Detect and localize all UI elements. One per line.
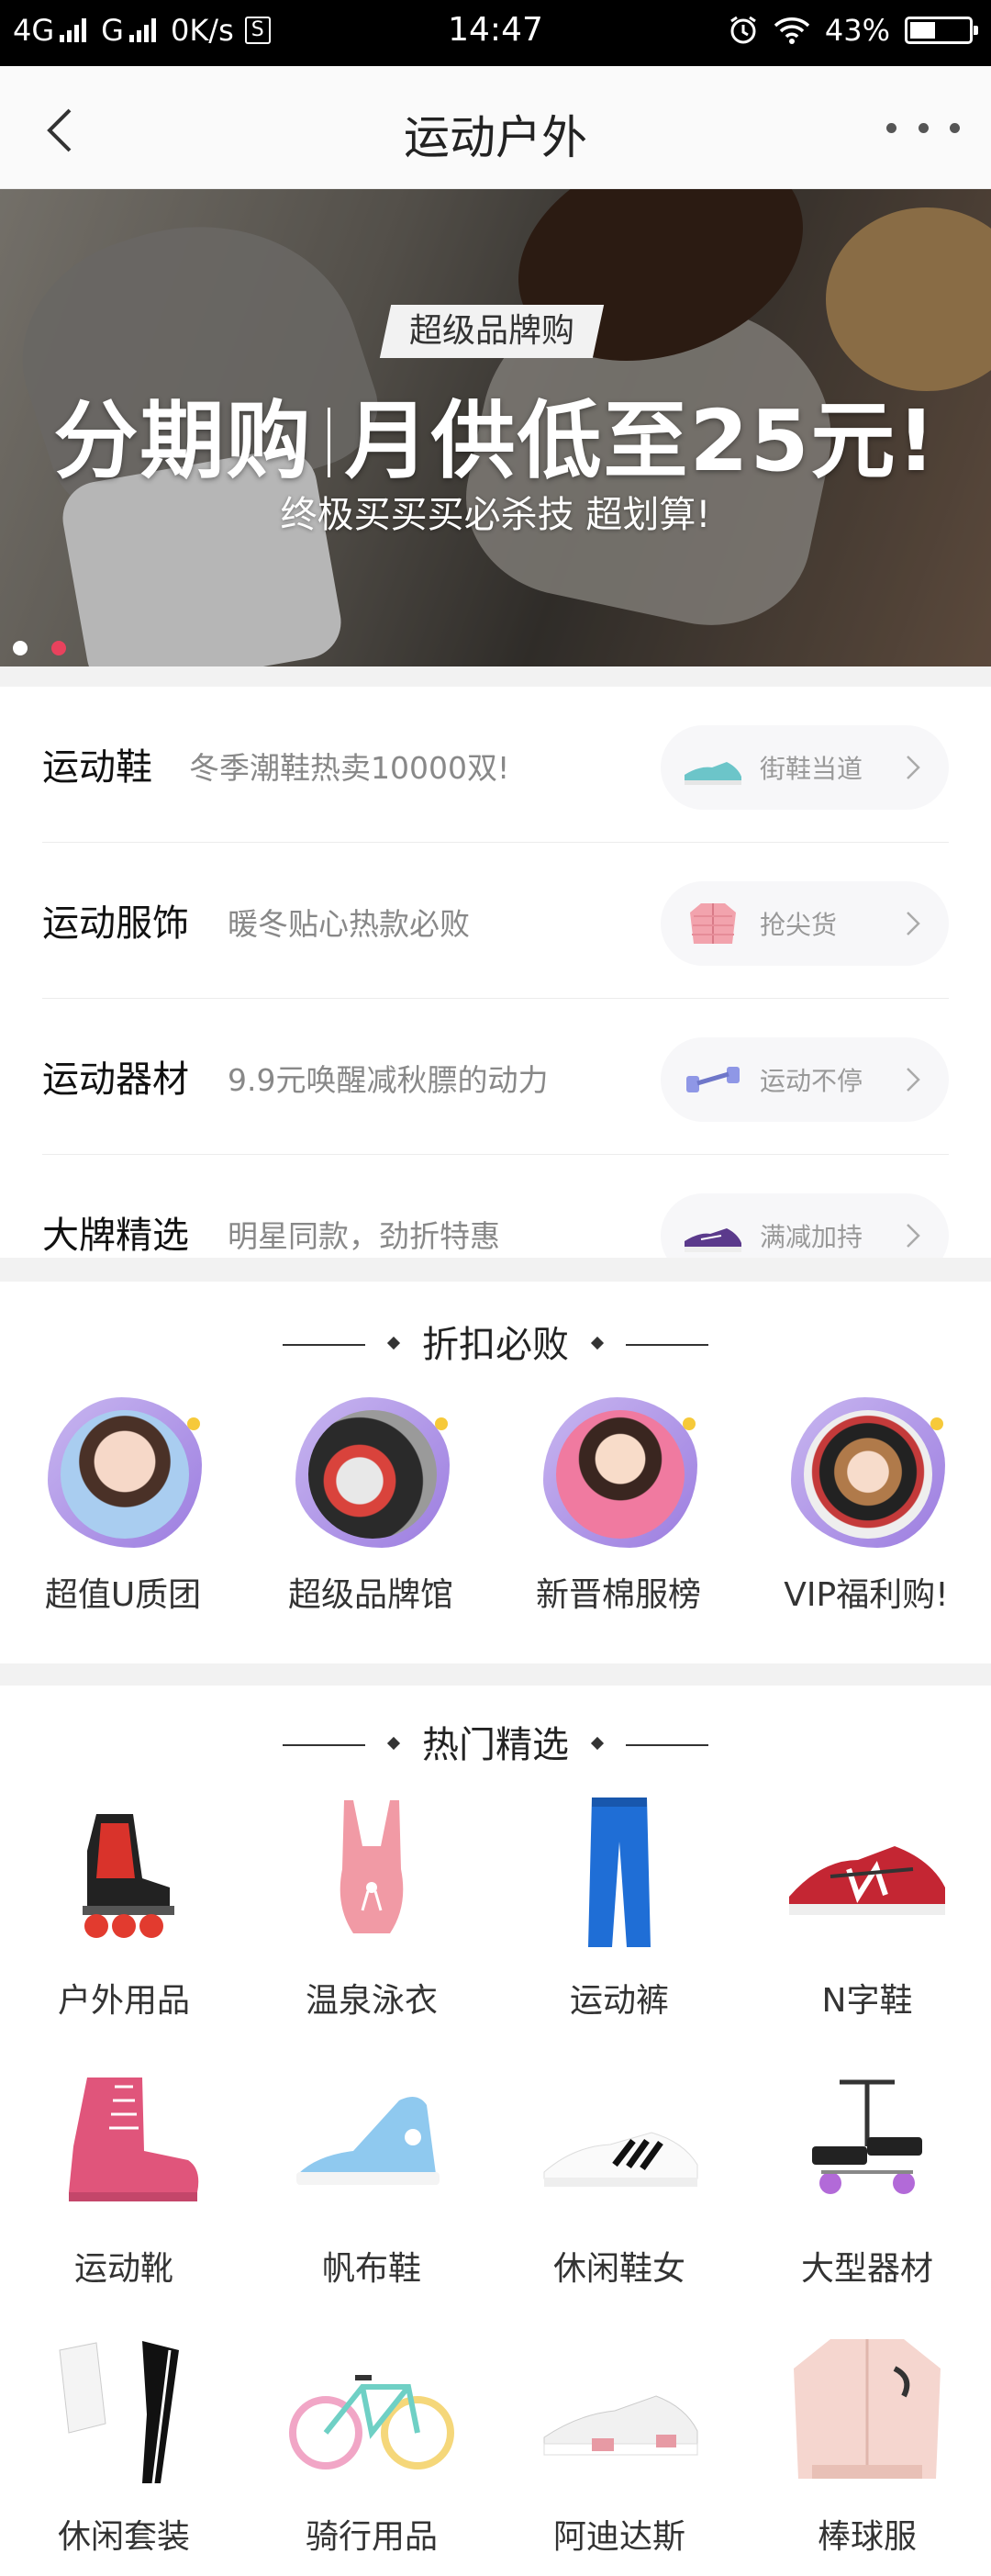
jacket-icon xyxy=(690,903,736,944)
hot-item[interactable]: 骑行用品 xyxy=(248,2332,496,2558)
discount-item-label: 新晋棉服榜 xyxy=(535,1576,701,1614)
hot-item-label: 运动靴 xyxy=(73,2250,173,2288)
discount-item-label: 超级品牌馆 xyxy=(287,1576,453,1614)
n-sneaker-image xyxy=(789,1846,945,1915)
hot-item-label: 骑行用品 xyxy=(305,2518,438,2556)
pink-boot-image xyxy=(69,2078,199,2201)
nav-bar: 运动户外 xyxy=(0,66,991,189)
category-desc: 冬季潮鞋热卖10000双! xyxy=(189,750,510,786)
chevron-right-icon xyxy=(907,1068,920,1092)
baseball-jacket-image xyxy=(794,2339,941,2479)
carousel-dot-1[interactable] xyxy=(13,641,28,655)
hot-item[interactable]: 棒球服 xyxy=(743,2332,991,2558)
wifi-icon xyxy=(774,17,810,44)
hot-item-label: 棒球服 xyxy=(817,2518,917,2556)
category-name: 运动服饰 xyxy=(42,902,189,945)
more-dots-icon[interactable] xyxy=(886,105,960,151)
category-desc: 暖冬贴心热款必败 xyxy=(228,906,470,942)
category-name: 运动鞋 xyxy=(42,746,152,789)
adidas-shoe-image xyxy=(543,2395,698,2456)
category-pill[interactable]: 运动不停 xyxy=(661,1037,949,1122)
hot-item[interactable]: 温泉泳衣 xyxy=(248,1796,496,2022)
battery-percent: 43% xyxy=(824,13,890,48)
chevron-right-icon xyxy=(907,756,920,779)
white-sneaker-image xyxy=(543,2132,698,2187)
discount-item-label: 超值U质团 xyxy=(44,1576,202,1614)
hot-item-label: N字鞋 xyxy=(821,1982,913,2020)
hot-item-label: 阿迪达斯 xyxy=(552,2518,685,2556)
hot-item[interactable]: 休闲套装 xyxy=(0,2332,248,2558)
discount-item[interactable]: 超值U质团 xyxy=(13,1394,233,1616)
category-pill[interactable]: 抢尖货 xyxy=(661,881,949,966)
chevron-right-icon xyxy=(907,912,920,935)
chevron-right-icon xyxy=(907,1224,920,1248)
battery-fill xyxy=(910,22,935,39)
discount-item[interactable]: VIP福利购! xyxy=(756,1394,976,1616)
category-row-brands[interactable]: 大牌精选 明星同款，劲折特惠 满减加持 xyxy=(42,1155,949,1258)
hot-item[interactable]: 休闲鞋女 xyxy=(496,2064,743,2290)
hot-item-label: 户外用品 xyxy=(57,1982,190,2020)
hot-section: 热门精选 户外用品 温泉泳衣 运动裤 N字鞋 运动靴 帆布鞋 休闲鞋女 大型器材… xyxy=(0,1686,991,2576)
stepper-machine-image xyxy=(812,2079,922,2194)
hot-item[interactable]: 运动裤 xyxy=(496,1796,743,2022)
category-row-apparel[interactable]: 运动服饰 暖冬贴心热款必败 抢尖货 xyxy=(42,843,949,999)
pill-label: 抢尖货 xyxy=(760,910,838,940)
category-desc: 明星同款，劲折特惠 xyxy=(228,1218,500,1254)
banner-subtitle: 终极买买买必杀技 超划算! xyxy=(280,494,711,536)
banner-headline: 分期购 月供低至25元! xyxy=(53,392,938,490)
hot-item[interactable]: 阿迪达斯 xyxy=(496,2332,743,2558)
pill-label: 街鞋当道 xyxy=(760,754,863,784)
category-pill[interactable]: 满减加持 xyxy=(661,1193,949,1258)
sneaker-purple-icon xyxy=(685,1228,741,1252)
discount-item-label: VIP福利购! xyxy=(784,1576,949,1614)
category-desc: 9.9元唤醒减秋膘的动力 xyxy=(228,1062,549,1098)
swimsuit-image xyxy=(340,1800,404,1933)
section-title: 热门精选 xyxy=(0,1715,991,1768)
girl-cap-image xyxy=(784,1394,949,1550)
alarm-icon xyxy=(730,16,756,44)
hot-item-label: 休闲鞋女 xyxy=(552,2250,685,2288)
hot-item[interactable]: 帆布鞋 xyxy=(248,2064,496,2290)
hot-item[interactable]: N字鞋 xyxy=(743,1796,991,2022)
category-pill[interactable]: 街鞋当道 xyxy=(661,725,949,810)
hot-item-label: 帆布鞋 xyxy=(321,2250,421,2288)
girl-blue-hood-image xyxy=(40,1394,206,1550)
discount-item[interactable]: 超级品牌馆 xyxy=(261,1394,481,1616)
category-name: 运动器材 xyxy=(42,1058,189,1101)
bicycle-image xyxy=(289,2375,454,2470)
status-right: 43% xyxy=(728,13,978,48)
hot-item-label: 休闲套装 xyxy=(57,2518,190,2556)
girl-pink-coat-image xyxy=(536,1394,701,1550)
brand-sneakers-image xyxy=(288,1394,453,1550)
category-list: 运动鞋 冬季潮鞋热卖10000双! 街鞋当道 运动服饰 暖冬贴心热款必败 抢尖货… xyxy=(0,687,991,1258)
inline-skate-image xyxy=(83,1814,174,1938)
canvas-shoe-image xyxy=(296,2097,440,2185)
category-row-sneakers[interactable]: 运动鞋 冬季潮鞋热卖10000双! 街鞋当道 xyxy=(42,687,949,843)
category-row-equipment[interactable]: 运动器材 9.9元唤醒减秋膘的动力 运动不停 xyxy=(42,999,949,1155)
carousel-dot-2[interactable] xyxy=(51,641,66,655)
hot-item[interactable]: 运动靴 xyxy=(0,2064,248,2290)
category-name: 大牌精选 xyxy=(42,1215,189,1257)
pill-label: 满减加持 xyxy=(760,1222,863,1252)
promo-banner[interactable]: 超级品牌购 分期购 月供低至25元! 终极买买买必杀技 超划算! xyxy=(0,189,991,666)
carousel-dots[interactable] xyxy=(13,641,66,655)
discount-item[interactable]: 新晋棉服榜 xyxy=(508,1394,729,1616)
sneaker-icon xyxy=(685,762,741,785)
battery-icon xyxy=(905,17,978,44)
hot-item[interactable]: 大型器材 xyxy=(743,2064,991,2290)
status-bar: 4G G 0K/s S 14:47 43% xyxy=(0,0,991,66)
tracksuit-image xyxy=(59,2341,179,2484)
hot-item[interactable]: 户外用品 xyxy=(0,1796,248,2022)
hot-item-label: 大型器材 xyxy=(800,2250,933,2288)
hot-item-label: 温泉泳衣 xyxy=(305,1982,438,2020)
section-title: 折扣必败 xyxy=(0,1315,991,1368)
pill-label: 运动不停 xyxy=(760,1066,863,1096)
page-title: 运动户外 xyxy=(404,111,587,164)
hot-item-label: 运动裤 xyxy=(569,1982,669,2020)
dumbbell-icon xyxy=(686,1067,740,1092)
discount-section: 折扣必败 超值U质团 超级品牌馆 新晋棉服榜 VIP福利购! xyxy=(0,1282,991,1663)
sweatpants-image xyxy=(588,1798,651,1947)
banner-tag: 超级品牌购 xyxy=(379,305,605,358)
